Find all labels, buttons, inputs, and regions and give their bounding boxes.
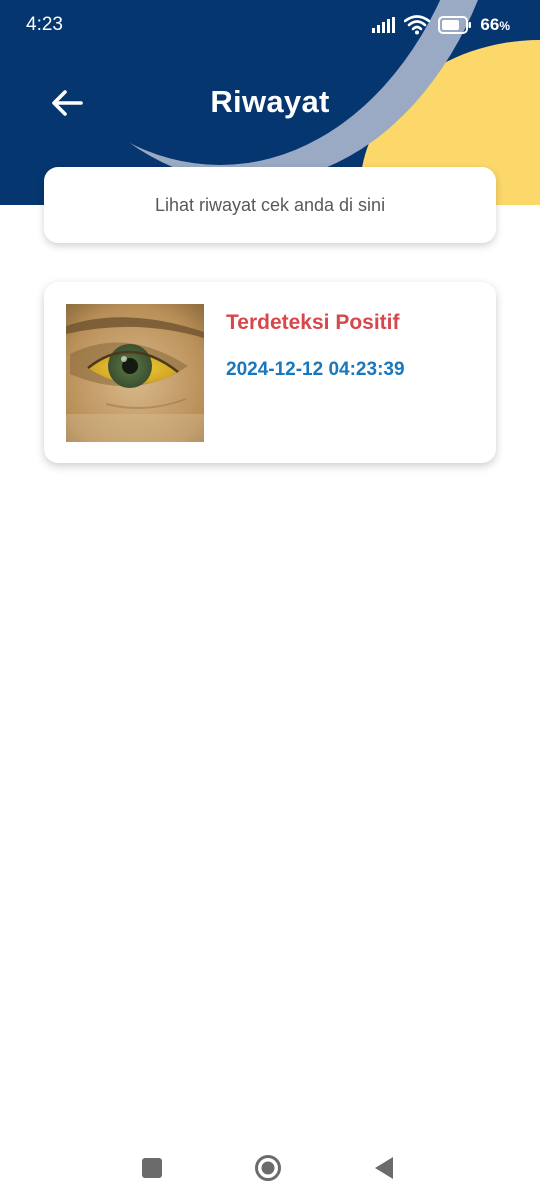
status-icons: 66% [372,15,510,35]
subtitle-card: Lihat riwayat cek anda di sini [44,167,496,243]
square-icon [142,1158,162,1178]
signal-icon [372,17,396,33]
wifi-icon [404,15,431,35]
recents-button[interactable] [137,1153,167,1183]
home-button[interactable] [253,1153,283,1183]
system-back-button[interactable] [369,1153,399,1183]
subtitle-text: Lihat riwayat cek anda di sini [154,194,386,215]
battery-icon [438,16,472,34]
status-time: 4:23 [26,14,63,35]
page-title: Riwayat [210,84,330,119]
history-status: Terdeteksi Positif [226,311,400,334]
history-item[interactable]: Terdeteksi Positif 2024-12-12 04:23:39 [44,282,496,463]
system-nav-bar [0,1135,540,1200]
history-date: 2024-12-12 04:23:39 [226,359,405,380]
status-bar: 4:23 66% [0,0,540,52]
eye-photo-thumbnail [66,304,204,442]
battery-percentage: 66% [480,15,510,34]
back-triangle-icon [375,1157,393,1179]
home-circle-icon [255,1155,281,1181]
